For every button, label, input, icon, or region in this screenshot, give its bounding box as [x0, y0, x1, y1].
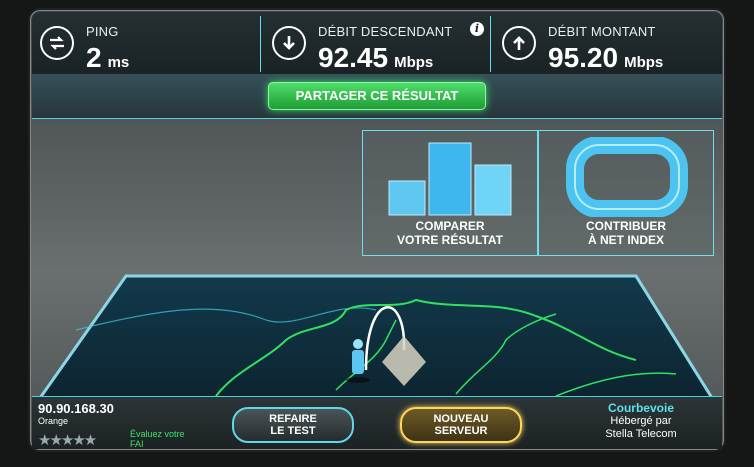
server-map: [37, 274, 715, 400]
contribute-caption: CONTRIBUER À NET INDEX: [586, 219, 666, 247]
info-icon[interactable]: i: [470, 22, 484, 36]
new-server-button[interactable]: NOUVEAU SERVEUR: [400, 407, 522, 443]
upload-label: DÉBIT MONTANT: [548, 24, 656, 39]
arrow-up-icon: [502, 26, 536, 60]
retest-button[interactable]: REFAIRE LE TEST: [232, 407, 354, 443]
isp-rating-stars[interactable]: ★★★★★: [38, 431, 97, 449]
server-info: Courbevoie Hébergé par Stella Telecom: [566, 401, 716, 445]
header-divider: [490, 16, 491, 72]
hosted-by-label: Hébergé par: [610, 415, 672, 427]
ring-icon: [566, 137, 688, 217]
compare-result-button[interactable]: COMPARER VOTRE RÉSULTAT: [362, 130, 538, 256]
header-divider: [260, 16, 261, 72]
upload-unit: Mbps: [624, 54, 664, 71]
server-city: Courbevoie: [607, 401, 674, 415]
download-unit: Mbps: [394, 54, 434, 71]
contribute-net-index-button[interactable]: CONTRIBUER À NET INDEX: [538, 130, 714, 256]
download-label: DÉBIT DESCENDANT: [318, 24, 453, 39]
download-metric: DÉBIT DESCENDANT 92.45 Mbps i: [264, 12, 490, 74]
results-header: PING 2 ms DÉBIT DESCENDANT 92.45 Mbps i DÉ…: [32, 12, 722, 75]
client-info: 90.90.168.30 Orange ★★★★★ Évaluez votre F…: [38, 401, 198, 449]
isp-name: Orange: [38, 416, 69, 426]
upload-metric: DÉBIT MONTANT 95.20 Mbps: [494, 12, 722, 74]
bar-chart-icon: [388, 142, 512, 216]
host-name: Stella Telecom: [605, 428, 677, 440]
arrow-down-icon: [272, 26, 306, 60]
download-value: 92.45 Mbps: [318, 42, 434, 73]
ping-arrows-icon: [40, 26, 74, 60]
ping-value: 2 ms: [86, 42, 130, 73]
ping-unit: ms: [107, 54, 130, 71]
ping-label: PING: [86, 24, 119, 39]
upload-value: 95.20 Mbps: [548, 42, 664, 73]
compare-caption: COMPARER VOTRE RÉSULTAT: [397, 219, 503, 247]
bottom-bar: 90.90.168.30 Orange ★★★★★ Évaluez votre F…: [32, 396, 722, 449]
share-row: PARTAGER CE RÉSULTAT: [32, 74, 722, 119]
share-result-button[interactable]: PARTAGER CE RÉSULTAT: [268, 82, 486, 110]
ping-metric: PING 2 ms: [32, 12, 260, 74]
rate-isp-label[interactable]: Évaluez votre FAI: [130, 429, 185, 449]
ip-address: 90.90.168.30: [38, 401, 114, 416]
